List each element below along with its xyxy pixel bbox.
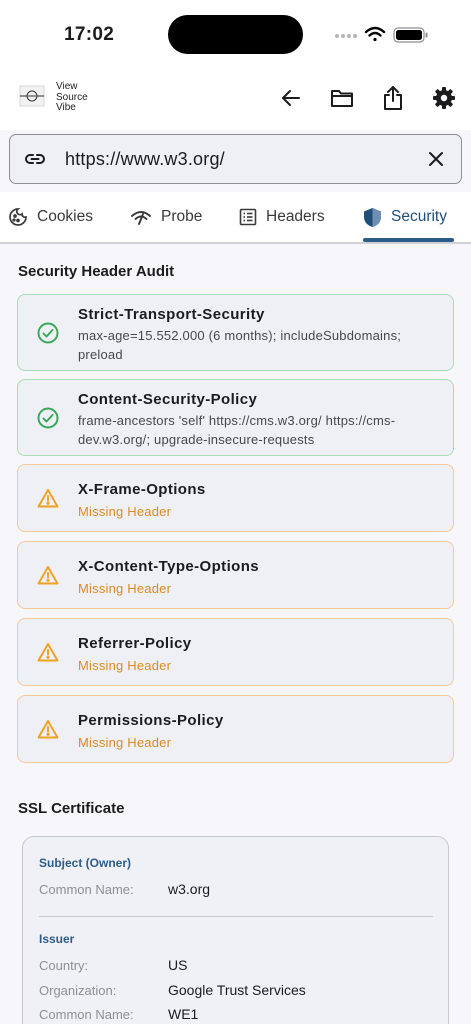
- missing-header-label: Missing Header: [78, 658, 172, 673]
- back-arrow-icon: [282, 90, 300, 106]
- open-folder-button[interactable]: [327, 83, 357, 113]
- logo-icon: [18, 84, 46, 108]
- tab-probe[interactable]: Probe: [130, 192, 202, 242]
- header-name: Content-Security-Policy: [78, 391, 258, 408]
- battery-icon: [393, 27, 428, 43]
- check-circle-icon: [37, 407, 59, 434]
- header-value: max-age=15.552.000 (6 months); includeSu…: [78, 328, 402, 362]
- warning-icon: [37, 488, 59, 513]
- audit-card-content-security-policy: Content-Security-Policy frame-ancestors …: [17, 379, 454, 456]
- header-name: X-Content-Type-Options: [78, 558, 259, 575]
- share-icon: [384, 86, 402, 110]
- url-input[interactable]: https://www.w3.org/: [65, 149, 225, 170]
- check-circle-icon: [37, 322, 59, 349]
- issuer-common-name-value: WE1: [168, 1006, 199, 1022]
- header-name: Strict-Transport-Security: [78, 306, 265, 323]
- gear-icon: [433, 87, 455, 109]
- subject-common-name-value: w3.org: [168, 881, 211, 897]
- back-button[interactable]: [276, 83, 306, 113]
- list-icon: [239, 208, 257, 226]
- shield-icon: [363, 207, 382, 228]
- tab-security[interactable]: Security: [363, 192, 447, 242]
- issuer-organization-value: Google Trust Services: [168, 982, 306, 998]
- status-icons: [334, 25, 434, 45]
- tab-bar: Cookies Probe Headers Security: [0, 192, 471, 244]
- missing-header-label: Missing Header: [78, 504, 172, 519]
- active-tab-indicator: [363, 238, 454, 242]
- audit-card-permissions-policy: Permissions-Policy Missing Header: [17, 695, 454, 763]
- tab-cookies[interactable]: Cookies: [8, 192, 93, 242]
- audit-card-x-content-type-options: X-Content-Type-Options Missing Header: [17, 541, 454, 609]
- warning-icon: [37, 565, 59, 590]
- audit-card-referrer-policy: Referrer-Policy Missing Header: [17, 618, 454, 686]
- tab-headers[interactable]: Headers: [239, 192, 325, 242]
- subject-heading: Subject (Owner): [39, 856, 132, 870]
- cellular-signal-icon: [335, 34, 357, 38]
- app-header: View Source Vibe: [0, 70, 471, 130]
- missing-header-label: Missing Header: [78, 581, 172, 596]
- cookie-icon: [8, 207, 28, 227]
- settings-button[interactable]: [429, 83, 459, 113]
- header-value: frame-ancestors 'self' https://cms.w3.or…: [78, 413, 396, 447]
- warning-icon: [37, 642, 59, 667]
- ssl-certificate-panel: Subject (Owner) Common Name: w3.org Issu…: [22, 836, 449, 1024]
- status-bar: 17:02: [0, 0, 471, 70]
- header-name: Permissions-Policy: [78, 712, 224, 729]
- status-time: 17:02: [64, 24, 115, 45]
- ssl-section-title: SSL Certificate: [18, 800, 125, 817]
- issuer-organization-label: Organization:: [39, 983, 117, 998]
- issuer-heading: Issuer: [39, 932, 75, 946]
- folder-icon: [331, 90, 353, 107]
- share-button[interactable]: [378, 83, 408, 113]
- app-logo-text: View Source Vibe: [56, 81, 88, 113]
- issuer-country-label: Country:: [39, 958, 89, 973]
- issuer-country-value: US: [168, 957, 188, 973]
- dynamic-island: [168, 15, 303, 54]
- url-bar[interactable]: https://www.w3.org/: [9, 134, 462, 184]
- close-icon: [429, 152, 443, 166]
- audit-card-strict-transport-security: Strict-Transport-Security max-age=15.552…: [17, 294, 454, 371]
- link-icon: [24, 148, 46, 175]
- warning-icon: [37, 719, 59, 744]
- header-name: Referrer-Policy: [78, 635, 192, 652]
- header-name: X-Frame-Options: [78, 481, 206, 498]
- audit-section-title: Security Header Audit: [18, 263, 175, 280]
- probe-icon: [130, 208, 152, 226]
- wifi-icon: [364, 26, 386, 42]
- ssl-divider: [39, 916, 433, 917]
- clear-url-button[interactable]: [426, 149, 446, 174]
- subject-common-name-label: Common Name:: [39, 882, 134, 897]
- issuer-common-name-label: Common Name:: [39, 1007, 134, 1022]
- missing-header-label: Missing Header: [78, 735, 172, 750]
- audit-card-x-frame-options: X-Frame-Options Missing Header: [17, 464, 454, 532]
